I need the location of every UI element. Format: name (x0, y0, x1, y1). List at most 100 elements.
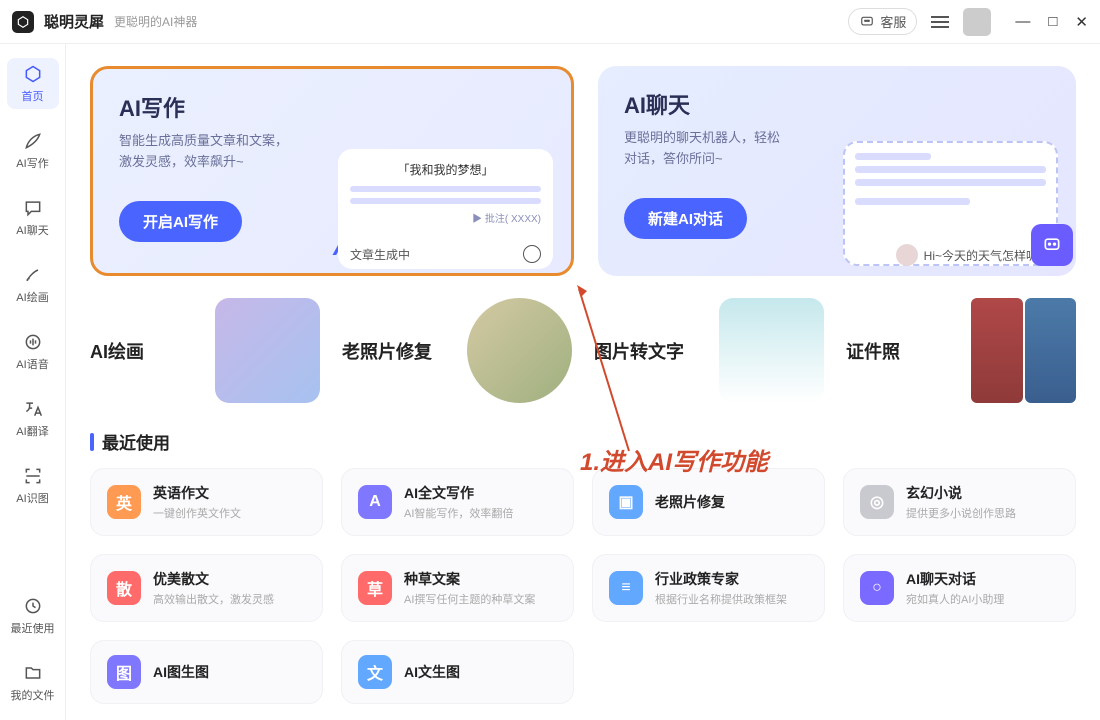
hero-writing-card[interactable]: AI写作 智能生成高质量文章和文案， 激发灵感，效率飙升~ 开启AI写作 AI … (90, 66, 574, 276)
feature-draw[interactable]: AI绘画 (90, 298, 320, 403)
folder-icon (22, 662, 44, 684)
nav-label: 我的文件 (11, 687, 55, 703)
feature-ocr[interactable]: 图片转文字 (594, 298, 824, 403)
recent-icon: ≡ (609, 571, 643, 605)
maximize-button[interactable]: □ (1048, 13, 1057, 31)
nav-voice[interactable]: AI语音 (7, 326, 59, 377)
recent-title: 老照片修复 (655, 492, 725, 512)
start-writing-button[interactable]: 开启AI写作 (119, 201, 242, 242)
recent-item[interactable]: 英 英语作文一键创作英文作文 (90, 468, 323, 536)
chat-bubble-user: Hi~今天的天气怎样呢 (896, 244, 1038, 266)
feature-title: AI绘画 (90, 338, 144, 364)
recent-item[interactable]: ≡ 行业政策专家根据行业名称提供政策框架 (592, 554, 825, 622)
chat-fab-icon (1031, 224, 1073, 266)
feature-title: 老照片修复 (342, 338, 432, 364)
recent-title: 英语作文 (153, 483, 241, 503)
nav-files[interactable]: 我的文件 (7, 657, 59, 708)
pen-icon (22, 130, 44, 152)
feature-image (971, 298, 1076, 403)
recent-sub: 宛如真人的AI小助理 (906, 591, 1004, 607)
hero-title: AI写作 (119, 91, 545, 123)
recent-title: 优美散文 (153, 569, 274, 589)
recent-item[interactable]: A AI全文写作AI智能写作，效率翻倍 (341, 468, 574, 536)
generating-label: 文章生成中 (350, 246, 410, 263)
batch-label: ▶ 批注( XXXX) (350, 210, 541, 225)
recent-sub: 高效输出散文，激发灵感 (153, 591, 274, 607)
recent-sub: 根据行业名称提供政策框架 (655, 591, 787, 607)
recent-icon: 图 (107, 655, 141, 689)
recent-icon: 散 (107, 571, 141, 605)
recent-title: AI聊天对话 (906, 569, 1004, 589)
close-button[interactable]: ✕ (1075, 13, 1088, 31)
annotation-text: 1.进入AI写作功能 (580, 442, 768, 477)
sidebar: 首页 AI写作 AI聊天 AI绘画 AI语音 AI翻译 AI识图 最 (0, 44, 66, 720)
feature-image (719, 298, 824, 403)
recent-grid: 英 英语作文一键创作英文作文A AI全文写作AI智能写作，效率翻倍▣ 老照片修复… (90, 468, 1076, 704)
nav-scan[interactable]: AI识图 (7, 460, 59, 511)
spinner-icon (523, 245, 541, 263)
preview-title: 「我和我的梦想」 (350, 161, 541, 178)
recent-sub: AI撰写任何主题的种草文案 (404, 591, 535, 607)
nav-label: 首页 (22, 88, 44, 104)
recent-item[interactable]: ○ AI聊天对话宛如真人的AI小助理 (843, 554, 1076, 622)
recent-icon: ▣ (609, 485, 643, 519)
nav-writing[interactable]: AI写作 (7, 125, 59, 176)
nav-chat[interactable]: AI聊天 (7, 192, 59, 243)
menu-icon[interactable] (931, 16, 949, 28)
recent-title: 行业政策专家 (655, 569, 787, 589)
recent-icon: 文 (358, 655, 392, 689)
recent-item[interactable]: 散 优美散文高效输出散文，激发灵感 (90, 554, 323, 622)
recent-item[interactable]: 文 AI文生图 (341, 640, 574, 704)
recent-item[interactable]: ◎ 玄幻小说提供更多小说创作思路 (843, 468, 1076, 536)
recent-title: AI图生图 (153, 662, 209, 682)
recent-title: 玄幻小说 (906, 483, 1016, 503)
recent-sub: 一键创作英文作文 (153, 505, 241, 521)
feature-restore[interactable]: 老照片修复 (342, 298, 572, 403)
recent-icon: ○ (860, 571, 894, 605)
user-avatar-icon (896, 244, 918, 266)
chat-icon (22, 197, 44, 219)
nav-draw[interactable]: AI绘画 (7, 259, 59, 310)
nav-label: AI识图 (16, 490, 48, 506)
nav-recent[interactable]: 最近使用 (7, 590, 59, 641)
recent-item[interactable]: ▣ 老照片修复 (592, 468, 825, 536)
recent-icon: A (358, 485, 392, 519)
brush-icon (22, 264, 44, 286)
hero-chat-card[interactable]: AI聊天 更聪明的聊天机器人，轻松 对话，答你所问~ 新建AI对话 Hi~今天的… (598, 66, 1076, 276)
recent-icon: ◎ (860, 485, 894, 519)
history-icon (22, 595, 44, 617)
hero-title: AI聊天 (624, 88, 1050, 120)
translate-icon (22, 398, 44, 420)
feature-image (215, 298, 320, 403)
minimize-button[interactable]: — (1015, 13, 1030, 31)
user-avatar[interactable] (963, 8, 991, 36)
app-subtitle: 更聪明的AI神器 (114, 13, 197, 30)
recent-title: 种草文案 (404, 569, 535, 589)
recent-item[interactable]: 图 AI图生图 (90, 640, 323, 704)
nav-label: 最近使用 (11, 620, 55, 636)
feature-title: 图片转文字 (594, 338, 684, 364)
feature-image (467, 298, 572, 403)
main-content: AI写作 智能生成高质量文章和文案， 激发灵感，效率飙升~ 开启AI写作 AI … (66, 44, 1100, 720)
titlebar: 聪明灵犀 更聪明的AI神器 客服 — □ ✕ (0, 0, 1100, 44)
new-chat-button[interactable]: 新建AI对话 (624, 198, 747, 239)
nav-label: AI聊天 (16, 222, 48, 238)
recent-sub: AI智能写作，效率翻倍 (404, 505, 513, 521)
nav-label: AI语音 (16, 356, 48, 372)
mic-icon (22, 331, 44, 353)
app-title: 聪明灵犀 (44, 11, 104, 32)
app-logo-icon (12, 11, 34, 33)
recent-title: AI文生图 (404, 662, 460, 682)
nav-home[interactable]: 首页 (7, 58, 59, 109)
nav-label: AI写作 (16, 155, 48, 171)
support-label: 客服 (880, 12, 906, 31)
scan-icon (22, 465, 44, 487)
nav-translate[interactable]: AI翻译 (7, 393, 59, 444)
hero-desc: 智能生成高质量文章和文案， 激发灵感，效率飙升~ (119, 131, 299, 173)
recent-item[interactable]: 草 种草文案AI撰写任何主题的种草文案 (341, 554, 574, 622)
nav-label: AI绘画 (16, 289, 48, 305)
recent-sub: 提供更多小说创作思路 (906, 505, 1016, 521)
home-icon (22, 63, 44, 85)
support-button[interactable]: 客服 (848, 8, 917, 35)
feature-idphoto[interactable]: 证件照 (846, 298, 1076, 403)
